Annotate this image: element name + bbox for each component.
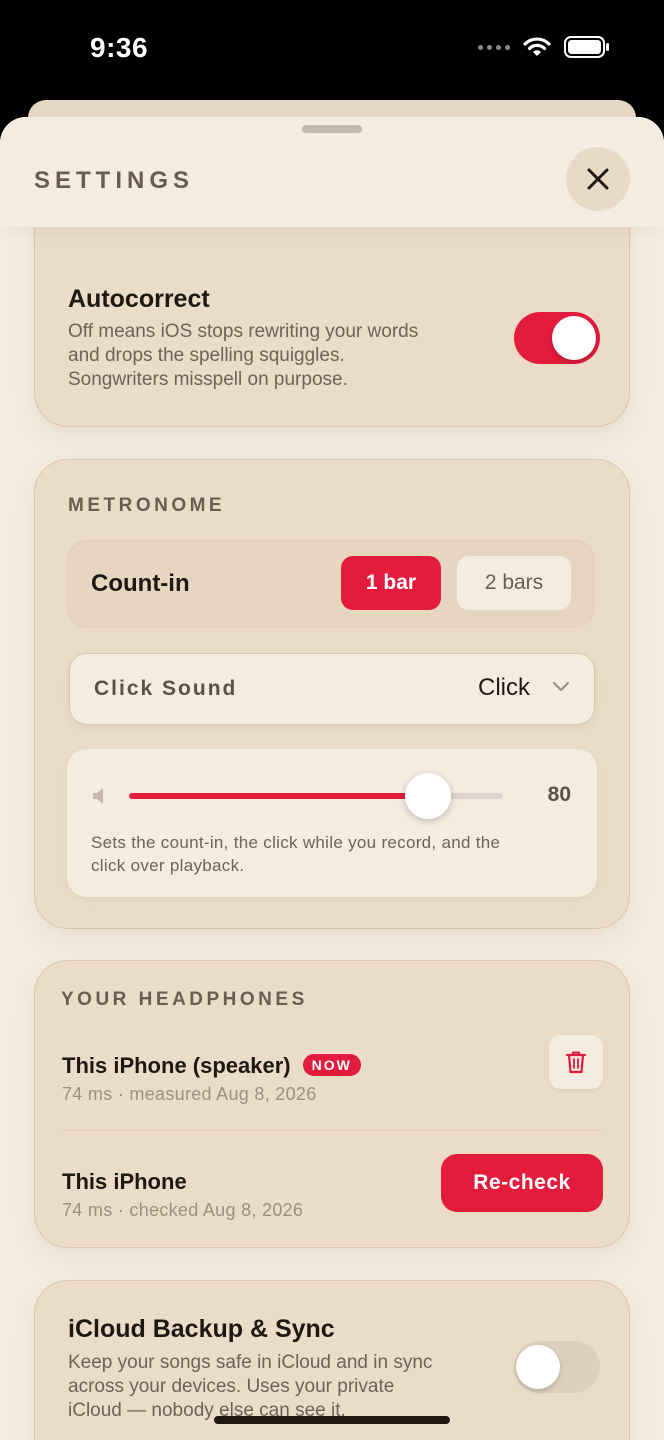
- click-sound-value: Click: [478, 674, 530, 701]
- count-in-option-1-bar[interactable]: 1 bar: [341, 556, 441, 610]
- icloud-description: Keep your songs safe in iCloud and in sy…: [68, 1351, 432, 1423]
- autocorrect-description: Off means iOS stops rewriting your words…: [68, 320, 418, 392]
- home-indicator[interactable]: [214, 1416, 450, 1424]
- description-line: across your devices. Uses your private: [68, 1376, 395, 1397]
- status-icons: [478, 36, 610, 58]
- battery-icon: [564, 36, 609, 58]
- autocorrect-title: Autocorrect: [68, 285, 210, 313]
- metronome-card: METRONOME Count-in 1 bar 2 bars Click So…: [34, 459, 630, 929]
- divider: [62, 1130, 603, 1131]
- count-in-option-2-bars[interactable]: 2 bars: [457, 556, 571, 610]
- chevron-down-icon: [552, 681, 570, 692]
- status-time: 9:36: [90, 32, 149, 63]
- autocorrect-toggle[interactable]: [514, 312, 600, 364]
- wifi-icon: [523, 37, 551, 56]
- device-meta: 74 ms · measured Aug 8, 2026: [62, 1084, 317, 1104]
- description-line: click over playback.: [91, 856, 245, 875]
- cellular-signal-icon: [478, 44, 510, 50]
- now-badge: NOW: [302, 1054, 361, 1076]
- description-line: Sets the count-in, the click while you r…: [91, 833, 501, 852]
- settings-sheet: SETTINGS Autocorrect Off means iOS stops…: [0, 117, 664, 1440]
- re-check-button[interactable]: Re-check: [441, 1154, 603, 1212]
- device-meta: 74 ms · checked Aug 8, 2026: [62, 1200, 304, 1220]
- click-sound-select[interactable]: Click Sound Click: [69, 653, 595, 725]
- description-line: Songwriters misspell on purpose.: [68, 369, 348, 390]
- device-name: This iPhone (speaker) NOW: [62, 1053, 361, 1079]
- sheet-header: SETTINGS: [0, 117, 664, 227]
- count-in-row: Count-in 1 bar 2 bars: [67, 540, 595, 628]
- sheet-grabber[interactable]: [302, 125, 362, 133]
- description-line: Off means iOS stops rewriting your words: [68, 321, 419, 342]
- click-sound-label: Click Sound: [94, 677, 238, 700]
- toggle-knob: [552, 316, 596, 360]
- icloud-title: iCloud Backup & Sync: [68, 1315, 335, 1343]
- volume-value: 80: [547, 783, 571, 806]
- description-line: and drops the spelling squiggles.: [68, 345, 345, 366]
- trash-icon: [565, 1051, 587, 1074]
- section-label-metronome: METRONOME: [68, 495, 226, 516]
- device-name: This iPhone: [62, 1169, 187, 1194]
- close-button[interactable]: [566, 147, 630, 211]
- headphones-card: YOUR HEADPHONES This iPhone (speaker) NOW…: [34, 960, 630, 1248]
- volume-slider[interactable]: [129, 773, 503, 819]
- close-icon: [587, 168, 609, 190]
- volume-slider-fill: [129, 793, 429, 799]
- section-label-headphones: YOUR HEADPHONES: [61, 989, 308, 1010]
- description-line: Keep your songs safe in iCloud and in sy…: [68, 1352, 433, 1373]
- toggle-knob: [516, 1345, 560, 1389]
- page-title: SETTINGS: [34, 167, 195, 194]
- icloud-toggle[interactable]: [514, 1341, 600, 1393]
- status-bar: 9:36: [0, 0, 664, 100]
- delete-device-button[interactable]: [549, 1035, 603, 1089]
- count-in-label: Count-in: [91, 570, 190, 597]
- speaker-icon: [93, 788, 103, 804]
- metronome-description: Sets the count-in, the click while you r…: [91, 831, 581, 877]
- click-volume-panel: 80 Sets the count-in, the click while yo…: [67, 749, 597, 897]
- volume-slider-thumb[interactable]: [405, 773, 452, 819]
- device-name-text: This iPhone (speaker): [62, 1053, 291, 1078]
